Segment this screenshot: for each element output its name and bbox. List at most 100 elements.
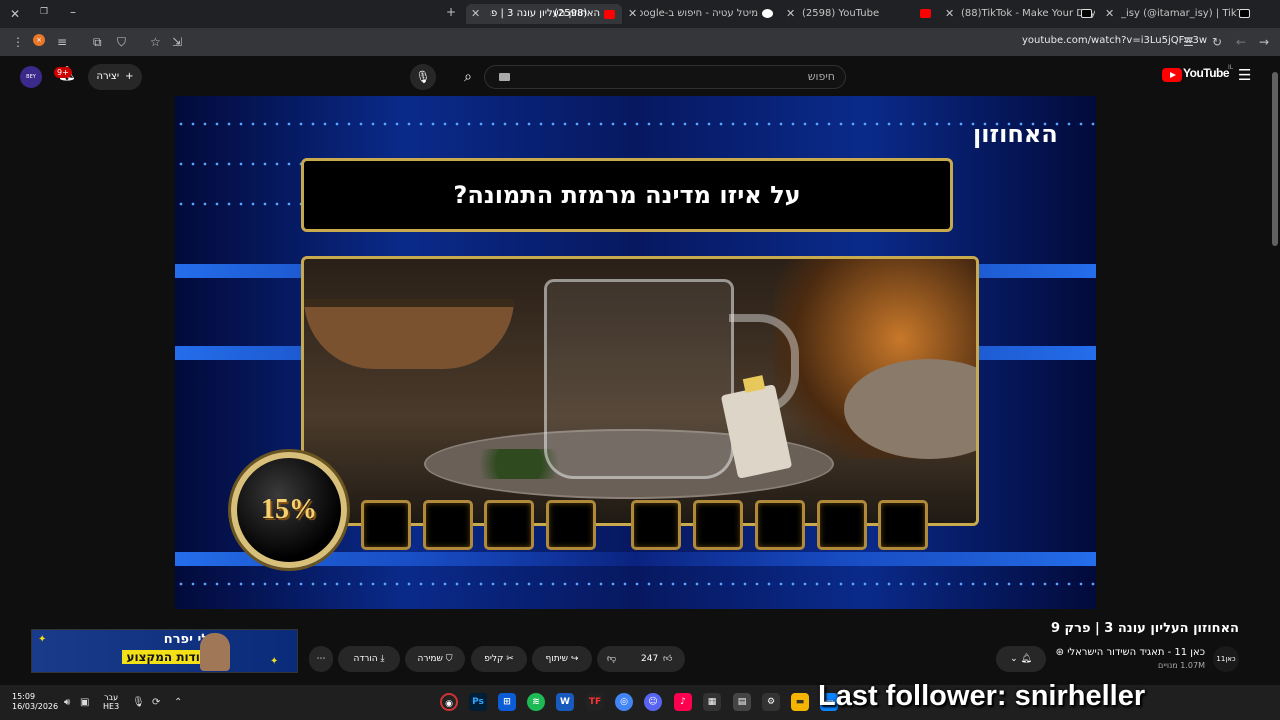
extensions-puzzle-icon[interactable]: ⧉ (93, 35, 102, 50)
youtube-favicon-icon (920, 9, 931, 18)
video-player[interactable]: האחוזון על איזו מדינה מרמזת התמונה? 15% (175, 96, 1096, 609)
sparkle-icon: ✦ (270, 656, 279, 667)
start-menu-icon[interactable]: ⊞ (498, 693, 516, 711)
search-input[interactable]: חיפוש (484, 65, 846, 89)
tab-google-search[interactable]: ✕ מיטל עטיה - חיפוש ב-Google (626, 4, 776, 24)
like-dislike-group: 👎︎ 247 👍︎ (597, 646, 685, 672)
tab-close-icon[interactable]: ✕ (786, 4, 795, 24)
channel-name-text: כאן 11 - תאגיד השידור הישראלי (1067, 647, 1205, 658)
volume-icon[interactable]: 🔊︎ (64, 697, 70, 708)
lang-top: עבר (104, 693, 119, 702)
extension-icon[interactable]: × (33, 34, 45, 46)
sponsored-banner[interactable]: ✦ ✦ שלי יפרח סודות המקצוע (31, 629, 298, 673)
install-app-icon[interactable]: ⇲ (172, 35, 182, 49)
dot-row (175, 202, 305, 206)
answer-letter-slot (755, 500, 805, 550)
page-scrollbar[interactable] (1270, 60, 1280, 685)
spotify-app-icon[interactable]: ≋ (527, 693, 545, 711)
banner-bottom-text: סודות המקצוע (122, 650, 212, 664)
plus-icon: + (125, 71, 134, 82)
like-count[interactable]: 247 (641, 646, 658, 672)
share-icon: ↪ (570, 654, 579, 664)
settings-gear-icon[interactable]: ⚙ (762, 693, 780, 711)
clip-button[interactable]: ✂ קליפ (471, 646, 527, 672)
tea-leaves-bowl (304, 299, 514, 369)
new-tab-icon[interactable]: + (446, 5, 456, 19)
network-icon[interactable]: ▣ (80, 697, 89, 708)
stream-last-follower-overlay: Last follower: snirheller (818, 680, 1146, 712)
language-indicator[interactable]: עבר HE3 (103, 693, 119, 711)
browser-menu-icon[interactable]: ⋮ (12, 35, 24, 49)
site-settings-icon[interactable]: ☰ (1183, 35, 1194, 49)
download-icon: ⤓ (380, 654, 385, 664)
reload-icon[interactable]: ↻ (1212, 35, 1222, 49)
hamburger-menu-icon[interactable]: ☰ (1238, 66, 1251, 84)
channel-avatar[interactable]: כאן11 (1213, 646, 1239, 672)
subscription-bell-button[interactable]: 🔔︎ ⌄ (996, 646, 1046, 672)
tab-close-icon[interactable]: ✕ (945, 4, 954, 24)
close-window-icon[interactable]: ✕ (10, 7, 20, 21)
dot-row (175, 122, 1096, 126)
question-text: על איזו מדינה מרמזת התמונה? (453, 181, 801, 209)
dislike-icon[interactable]: 👎︎ (607, 646, 616, 672)
tiktok-favicon-icon (1081, 9, 1092, 18)
answer-letter-slot (546, 500, 596, 550)
video-title: האחוזון העליון עונה 3 | פרק 9 (1050, 621, 1239, 636)
sync-icon[interactable]: ⟳ (152, 697, 160, 708)
tiktok-app-icon[interactable]: ♪ (674, 693, 692, 711)
game-show-stage: האחוזון על איזו מדינה מרמזת התמונה? 15% (175, 96, 1096, 609)
scrollbar-thumb[interactable] (1272, 72, 1278, 246)
keyboard-icon[interactable] (499, 73, 510, 81)
more-actions-button[interactable]: ⋯ (309, 646, 333, 672)
tab-tiktok[interactable]: ✕ (88)TikTok - Make Your Day (943, 4, 1095, 24)
shield-icon[interactable]: ⛉ (117, 35, 126, 50)
create-button[interactable]: + יצירה (88, 64, 142, 90)
question-box: על איזו מדינה מרמזת התמונה? (301, 158, 953, 232)
percentage-text: 15% (261, 494, 317, 525)
tab-close-icon[interactable]: ✕ (471, 4, 480, 24)
percentage-medallion: 15% (231, 452, 347, 568)
taskbar-clock[interactable]: 15:09 16/03/2026 (12, 692, 58, 712)
tab-youtube-home[interactable]: ✕ (2598) YouTube (784, 4, 934, 24)
tab-close-icon[interactable]: ✕ (1105, 4, 1114, 24)
clock-time: 15:09 (12, 692, 36, 701)
restore-window-icon[interactable]: ❐ (40, 7, 48, 17)
chrome-app-icon[interactable]: ◎ (615, 693, 633, 711)
minimize-window-icon[interactable]: – (70, 5, 76, 19)
url-field[interactable]: youtube.com/watch?v=i3Lu5jQFw3w (1022, 35, 1207, 46)
answer-letter-slot (693, 500, 743, 550)
voice-search-icon[interactable]: 🎙︎ (410, 64, 436, 90)
tab-close-icon[interactable]: ✕ (628, 4, 637, 24)
calculator-app-icon[interactable]: ▦ (703, 693, 721, 711)
microphone-icon[interactable]: 🎙︎ (132, 697, 145, 708)
search-icon[interactable]: ⌕ (452, 65, 484, 89)
bookmark-star-icon[interactable]: ☆ (150, 35, 161, 49)
tab-current-video[interactable]: ✕ האחוזון העליון עונה 3 | פר (2598) (466, 4, 622, 24)
tab-tiktok-profile[interactable]: ✕ _isy (@itamar_isy) | TikTok(88) (1103, 4, 1253, 24)
browser-tab-bar: ✕ ❐ – + ✕ האחוזון העליון עונה 3 | פר (25… (0, 0, 1280, 28)
account-avatar[interactable]: BEY ISRAEL (20, 66, 42, 88)
share-button[interactable]: ↪ שיתוף (532, 646, 592, 672)
discord-app-icon[interactable]: ☺ (644, 693, 662, 711)
word-app-icon[interactable]: W (556, 693, 574, 711)
channel-name[interactable]: כאן 11 - תאגיד השידור הישראלי ⊛ (1056, 647, 1205, 658)
store-app-icon[interactable]: ▤ (733, 693, 751, 711)
obs-app-icon[interactable]: ◉ (440, 693, 458, 711)
save-label: שמירה (417, 654, 443, 664)
bookmark-icon: ⛉ (445, 654, 453, 664)
tray-chevron-icon[interactable]: ⌃ (174, 697, 182, 708)
photoshop-app-icon[interactable]: Ps (469, 693, 487, 711)
search-placeholder: חיפוש (807, 70, 835, 83)
tab-title: (88)TikTok - Make Your Day (961, 8, 1095, 19)
font-app-icon[interactable]: TF (586, 693, 604, 711)
back-icon[interactable]: → (1259, 35, 1269, 49)
notifications-count-badge: 9+ (54, 67, 72, 78)
forward-icon[interactable]: ← (1236, 35, 1246, 49)
reading-list-icon[interactable]: ≡ (57, 35, 67, 49)
clock-date: 16/03/2026 (12, 702, 59, 711)
like-icon[interactable]: 👍︎ (663, 646, 672, 672)
tab-title: _isy (@itamar_isy) | TikTok(88) (1121, 8, 1239, 19)
file-explorer-icon[interactable]: ▬ (791, 693, 809, 711)
download-button[interactable]: ⤓ הורדה (338, 646, 400, 672)
save-button[interactable]: ⛉ שמירה (405, 646, 465, 672)
